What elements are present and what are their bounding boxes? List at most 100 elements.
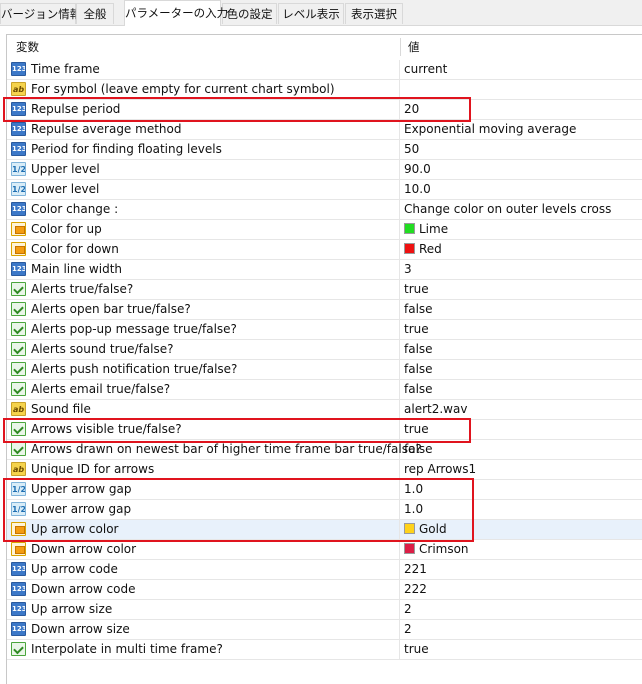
value-cell[interactable]: Crimson — [404, 540, 469, 559]
tab-input-parameters[interactable]: パラメーターの入力 — [124, 0, 228, 26]
variable-cell[interactable]: Color for down — [7, 240, 400, 259]
variable-name: Lower arrow gap — [31, 502, 132, 516]
table-row[interactable]: Interpolate in multi time frame? true — [7, 640, 642, 660]
value-cell[interactable]: 1.0 — [404, 500, 423, 519]
value-cell[interactable]: false — [404, 360, 433, 379]
value-cell[interactable]: 90.0 — [404, 160, 431, 179]
table-row[interactable]: ab For symbol (leave empty for current ch… — [7, 80, 642, 100]
variable-cell[interactable]: Alerts true/false? — [7, 280, 400, 299]
tab-version-info[interactable]: バージョン情報 — [0, 3, 81, 24]
tab-colors[interactable]: 色の設定 — [222, 3, 277, 24]
table-row[interactable]: Arrows drawn on newest bar of higher tim… — [7, 440, 642, 460]
variable-cell[interactable]: ab For symbol (leave empty for current ch… — [7, 80, 400, 99]
table-row[interactable]: 1/2 Lower level 10.0 — [7, 180, 642, 200]
value-cell[interactable]: true — [404, 320, 429, 339]
variable-cell[interactable]: Alerts open bar true/false? — [7, 300, 400, 319]
value-cell[interactable]: 20 — [404, 100, 419, 119]
table-row[interactable]: 123 Up arrow size 2 — [7, 600, 642, 620]
variable-cell[interactable]: Alerts push notification true/false? — [7, 360, 400, 379]
variable-cell[interactable]: Arrows drawn on newest bar of higher tim… — [7, 440, 422, 459]
variable-cell[interactable]: 123 Time frame — [7, 60, 400, 79]
variable-cell[interactable]: 123 Down arrow size — [7, 620, 400, 639]
value-cell[interactable]: 2 — [404, 620, 412, 639]
variable-cell[interactable]: ab Unique ID for arrows — [7, 460, 400, 479]
value-cell[interactable]: rep Arrows1 — [404, 460, 476, 479]
value-cell[interactable]: Change color on outer levels cross — [404, 200, 611, 219]
variable-cell[interactable]: 1/2 Lower level — [7, 180, 400, 199]
value-cell[interactable]: false — [404, 300, 433, 319]
value-cell[interactable]: 1.0 — [404, 480, 423, 499]
table-row[interactable]: Color for up Lime — [7, 220, 642, 240]
column-header-variable[interactable]: 変数 — [16, 35, 39, 59]
variable-cell[interactable]: 123 Down arrow code — [7, 580, 400, 599]
variable-cell[interactable]: 123 Period for finding floating levels — [7, 140, 400, 159]
variable-cell[interactable]: Alerts pop-up message true/false? — [7, 320, 400, 339]
value-cell[interactable]: 50 — [404, 140, 419, 159]
variable-cell[interactable]: 1/2 Lower arrow gap — [7, 500, 400, 519]
value-cell[interactable]: true — [404, 280, 429, 299]
variable-cell[interactable]: Alerts email true/false? — [7, 380, 400, 399]
value-cell[interactable]: Exponential moving average — [404, 120, 576, 139]
value-cell[interactable]: 3 — [404, 260, 412, 279]
value-cell[interactable]: current — [404, 60, 447, 79]
value-cell[interactable]: Lime — [404, 220, 448, 239]
value-cell[interactable]: true — [404, 640, 429, 659]
table-row[interactable]: 123 Main line width 3 — [7, 260, 642, 280]
value-cell[interactable]: 10.0 — [404, 180, 431, 199]
value-cell[interactable]: 2 — [404, 600, 412, 619]
table-row[interactable]: 123 Repulse average method Exponential mov… — [7, 120, 642, 140]
table-row[interactable]: Alerts open bar true/false? false — [7, 300, 642, 320]
table-row[interactable]: Color for down Red — [7, 240, 642, 260]
variable-cell[interactable]: 1/2 Upper level — [7, 160, 400, 179]
tab-levels[interactable]: レベル表示 — [278, 3, 344, 24]
variable-cell[interactable]: 123 Main line width — [7, 260, 400, 279]
table-row[interactable]: Alerts true/false? true — [7, 280, 642, 300]
variable-cell[interactable]: Arrows visible true/false? — [7, 420, 400, 439]
variable-cell[interactable]: 123 Repulse period — [7, 100, 400, 119]
table-row[interactable]: Arrows visible true/false? true — [7, 420, 642, 440]
variable-cell[interactable]: 123 Up arrow size — [7, 600, 400, 619]
column-divider[interactable] — [400, 38, 401, 56]
table-row[interactable]: 123 Color change : Change color on outer l… — [7, 200, 642, 220]
table-row[interactable]: Alerts sound true/false? false — [7, 340, 642, 360]
table-row[interactable]: ab Sound file alert2.wav — [7, 400, 642, 420]
value-cell[interactable]: Gold — [404, 520, 447, 539]
value-cell[interactable]: Red — [404, 240, 442, 259]
value-cell[interactable]: false — [404, 440, 433, 459]
variable-cell[interactable]: Color for up — [7, 220, 400, 239]
table-row[interactable]: 1/2 Upper level 90.0 — [7, 160, 642, 180]
value-cell[interactable]: 222 — [404, 580, 427, 599]
table-row[interactable]: ab Unique ID for arrows rep Arrows1 — [7, 460, 642, 480]
table-row[interactable]: 1/2 Lower arrow gap 1.0 — [7, 500, 642, 520]
table-row[interactable]: 123 Time frame current — [7, 60, 642, 80]
value-cell[interactable]: 221 — [404, 560, 427, 579]
column-header-value[interactable]: 値 — [408, 35, 420, 59]
variable-cell[interactable]: ab Sound file — [7, 400, 400, 419]
variable-cell[interactable]: Alerts sound true/false? — [7, 340, 400, 359]
value-text: 221 — [404, 562, 427, 576]
tab-visualization[interactable]: 表示選択 — [345, 3, 403, 24]
variable-cell[interactable]: Interpolate in multi time frame? — [7, 640, 400, 659]
value-cell[interactable]: false — [404, 340, 433, 359]
variable-cell[interactable]: 123 Repulse average method — [7, 120, 400, 139]
tab-general[interactable]: 全般 — [76, 3, 114, 24]
table-row[interactable]: Alerts email true/false? false — [7, 380, 642, 400]
variable-cell[interactable]: 123 Color change : — [7, 200, 400, 219]
table-row[interactable]: 123 Period for finding floating levels 50 — [7, 140, 642, 160]
table-row[interactable]: 123 Down arrow code 222 — [7, 580, 642, 600]
variable-cell[interactable]: 1/2 Upper arrow gap — [7, 480, 400, 499]
table-row[interactable]: Alerts pop-up message true/false? true — [7, 320, 642, 340]
table-row[interactable]: Down arrow color Crimson — [7, 540, 642, 560]
variable-cell[interactable]: 123 Up arrow code — [7, 560, 400, 579]
table-row[interactable]: 123 Repulse period 20 — [7, 100, 642, 120]
table-row[interactable]: 123 Up arrow code 221 — [7, 560, 642, 580]
table-row[interactable]: Up arrow color Gold — [7, 520, 642, 540]
value-cell[interactable]: false — [404, 380, 433, 399]
value-cell[interactable]: true — [404, 420, 429, 439]
variable-cell[interactable]: Up arrow color — [7, 520, 400, 539]
table-row[interactable]: 123 Down arrow size 2 — [7, 620, 642, 640]
value-cell[interactable]: alert2.wav — [404, 400, 467, 419]
table-row[interactable]: Alerts push notification true/false? fals… — [7, 360, 642, 380]
table-row[interactable]: 1/2 Upper arrow gap 1.0 — [7, 480, 642, 500]
variable-cell[interactable]: Down arrow color — [7, 540, 400, 559]
